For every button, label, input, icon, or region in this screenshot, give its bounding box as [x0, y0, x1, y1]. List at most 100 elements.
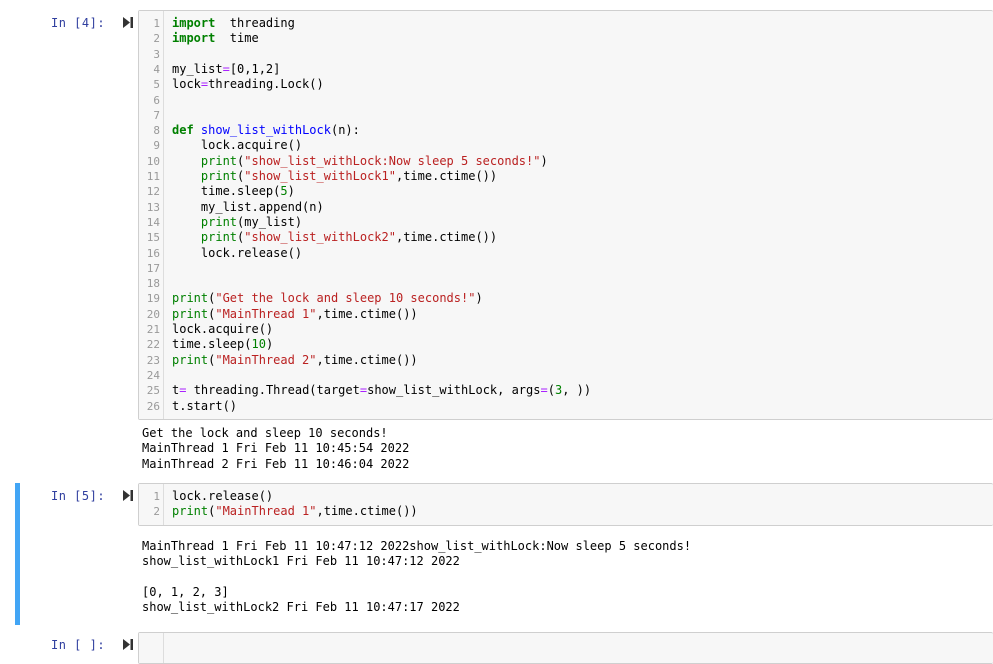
code-token: )	[265, 337, 274, 352]
code-line: 13 my_list.append(n)	[139, 200, 993, 215]
code-line: 15 print("show_list_withLock2",time.ctim…	[139, 230, 993, 245]
code-line: 1 lock.release()	[139, 489, 993, 504]
line-number: 1	[153, 490, 160, 503]
code-line: 16 lock.release()	[139, 246, 993, 261]
line-number: 9	[153, 139, 160, 153]
code-token: )	[475, 291, 483, 306]
code-line: 2 print("MainThread 1",time.ctime())	[139, 504, 993, 519]
line-number: 4	[153, 62, 160, 76]
code-text: print("show_list_withLock:Now sleep 5 se…	[172, 154, 548, 169]
code-token: import	[172, 31, 216, 46]
line-number: 22	[146, 338, 160, 352]
code-token: import	[172, 16, 216, 30]
code-token: ,time.ctime())	[395, 230, 498, 245]
code-token: print	[200, 230, 238, 245]
code-line: 19 print("Get the lock and sleep 10 secon…	[139, 291, 993, 306]
code-editor[interactable]	[138, 632, 993, 664]
code-token: print	[172, 352, 209, 367]
code-line: 26 t.start()	[139, 399, 993, 414]
code-line: 1 import threading	[139, 16, 993, 31]
code-text: lock.release()	[172, 489, 273, 504]
code-token: lock.release()	[172, 245, 303, 260]
code-token: print	[172, 306, 209, 321]
line-number: 5	[153, 78, 160, 92]
code-token: "show_list_withLock2"	[244, 230, 396, 245]
code-text: t.start()	[172, 399, 237, 414]
line-number: 17	[146, 261, 160, 275]
run-cell-icon[interactable]	[123, 490, 133, 501]
line-number: 6	[153, 93, 160, 107]
code-text: time.sleep(10)	[172, 337, 273, 352]
line-number: 25	[146, 384, 160, 398]
output-line: show_list_withLock2 Fri Feb 11 10:47:17 …	[142, 600, 460, 615]
line-number: 26	[146, 399, 160, 413]
code-token: lock.acquire()	[172, 138, 303, 153]
code-token: print	[172, 291, 209, 306]
cell-prompt: In [5]:	[51, 489, 106, 503]
code-text: my_list=[0,1,2]	[172, 62, 280, 77]
line-number: 3	[153, 47, 160, 61]
code-token: "show_list_withLock1"	[244, 169, 396, 183]
code-text: print("MainThread 1",time.ctime())	[172, 307, 418, 322]
code-token: "MainThread 1"	[215, 504, 317, 519]
code-text: print(my_list)	[172, 215, 302, 230]
code-line: 9 lock.acquire()	[139, 138, 993, 153]
code-token: threading.Thread(target	[186, 383, 360, 398]
code-line: 5 lock=threading.Lock()	[139, 77, 993, 92]
code-line: 12 time.sleep(5)	[139, 184, 993, 199]
line-number: 12	[146, 185, 160, 199]
code-token: =	[540, 383, 548, 398]
code-token: "MainThread 1"	[215, 306, 317, 321]
code-editor[interactable]: 1 import threading 2 import time 3 4 my_list=[…	[138, 10, 993, 420]
code-token: threading.Lock()	[208, 77, 324, 92]
cell-prompt: In [ ]:	[51, 638, 106, 652]
code-line: 2 import time	[139, 31, 993, 46]
code-line: 4 my_list=[0,1,2]	[139, 62, 993, 77]
line-number: 15	[146, 231, 160, 245]
line-number-gutter	[139, 633, 164, 663]
code-text: lock.acquire()	[172, 322, 273, 337]
code-text: lock.release()	[172, 246, 302, 261]
code-cell-selected[interactable]: In [5]: 1 lock.release() 2 print("MainThrea…	[15, 483, 993, 625]
run-cell-icon[interactable]	[123, 17, 133, 28]
output-line: show_list_withLock1 Fri Feb 11 10:47:12 …	[142, 554, 460, 569]
code-token: (n):	[330, 123, 360, 138]
line-number: 10	[146, 154, 160, 168]
code-cell[interactable]: In [ ]:	[15, 632, 993, 664]
code-line: 20 print("MainThread 1",time.ctime())	[139, 307, 993, 322]
code-token: =	[222, 61, 230, 76]
code-token: (	[547, 383, 555, 398]
code-line: 14 print(my_list)	[139, 215, 993, 230]
code-token: "Get the lock and sleep 10 seconds!"	[215, 291, 476, 306]
code-token: print	[200, 214, 238, 229]
code-cell[interactable]: In [4]: 1 import threading 2 import time 3 4 m…	[15, 10, 993, 480]
code-text: print("show_list_withLock2",time.ctime()…	[172, 230, 497, 245]
line-number: 18	[146, 277, 160, 291]
code-line: 6	[139, 93, 993, 108]
code-line: 11 print("show_list_withLock1",time.ctim…	[139, 169, 993, 184]
code-token: (my_list)	[237, 214, 303, 229]
output-line: MainThread 1 Fri Feb 11 10:45:54 2022	[142, 441, 410, 456]
code-text: def show_list_withLock(n):	[172, 123, 360, 138]
code-editor[interactable]: 1 lock.release() 2 print("MainThread 1",tim…	[138, 483, 993, 526]
code-token: ,time.ctime())	[395, 169, 498, 183]
cell-output: MainThread 1 Fri Feb 11 10:47:12 2022sho…	[142, 539, 691, 615]
code-text: lock.acquire()	[172, 138, 302, 153]
code-line: 10 print("show_list_withLock:Now sleep 5…	[139, 154, 993, 169]
code-token: )	[287, 184, 295, 199]
code-token: time.sleep(	[172, 184, 281, 199]
code-text: import threading	[172, 16, 295, 31]
code-line: 22 time.sleep(10)	[139, 337, 993, 352]
code-text: import time	[172, 31, 259, 46]
code-token: , ))	[562, 383, 592, 398]
code-token: "show_list_withLock:Now sleep 5 seconds!…	[244, 153, 541, 168]
code-token: t.start()	[172, 398, 238, 413]
line-number: 24	[146, 368, 160, 382]
line-number: 8	[153, 124, 160, 138]
line-number: 1	[153, 17, 160, 30]
